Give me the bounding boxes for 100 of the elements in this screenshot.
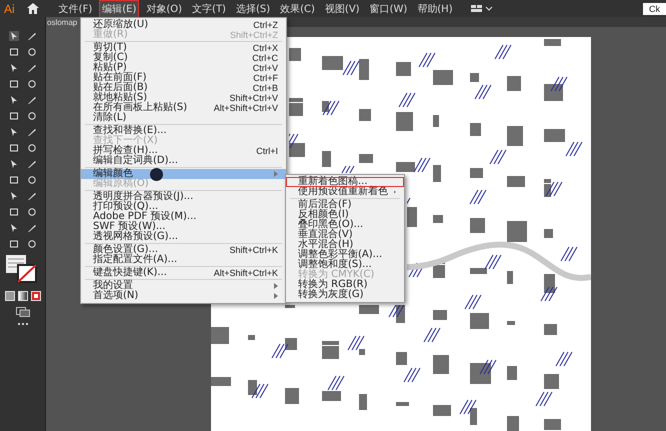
menu-item-label: 键盘快捷键(K)... xyxy=(93,268,167,278)
tool-icon[interactable] xyxy=(8,31,18,41)
menu-item[interactable]: 反相颜色(I) xyxy=(286,210,404,220)
menu-item[interactable]: 我的设置 xyxy=(81,281,286,291)
menu-item[interactable]: 复制(C) Ctrl+C xyxy=(81,53,286,63)
menu-item[interactable]: 窗口(W) xyxy=(368,0,410,16)
menu-item[interactable]: 垂直混合(V) xyxy=(286,230,404,240)
menu-item[interactable]: 颜色设置(G)... Shift+Ctrl+K xyxy=(81,245,286,255)
menu-item[interactable]: 文字(T) xyxy=(190,0,228,16)
none-mode-icon[interactable] xyxy=(30,291,40,301)
menu-item[interactable]: 编辑颜色 xyxy=(81,169,286,179)
menu-item-label: 打印预设(Q)... xyxy=(93,202,158,212)
shortcut-label: Ctrl+B xyxy=(252,83,278,93)
shortcut-label: Ctrl+F xyxy=(253,73,278,83)
cursor-icon xyxy=(150,168,163,181)
shortcut-label: Alt+Shift+Ctrl+V xyxy=(214,103,278,113)
menu-item[interactable]: 调整色彩平衡(A)... xyxy=(286,250,404,260)
menu-item[interactable]: 透明度拼合器预设(J)... xyxy=(81,192,286,202)
menu-item[interactable]: 转换为 RGB(R) xyxy=(286,280,404,290)
color-mode-icon[interactable] xyxy=(4,291,14,301)
menu-item-label: 就地粘贴(S) xyxy=(93,93,148,103)
menu-item-label: 贴在后面(B) xyxy=(93,83,148,93)
menu-item[interactable]: 指定配置文件(A)... xyxy=(81,255,286,265)
menu-item-label: 编辑自定词典(D)... xyxy=(93,156,178,166)
menu-item[interactable]: 拼写检查(H)... Ctrl+I xyxy=(81,146,286,156)
menu-item-label: 粘贴(P) xyxy=(93,63,127,73)
shortcut-label: Ctrl+I xyxy=(256,146,278,156)
menu-item[interactable]: 选择(S) xyxy=(234,0,272,16)
shortcut-label: Ctrl+C xyxy=(252,53,278,63)
shortcut-label: Shift+Ctrl+Z xyxy=(230,30,278,40)
document-tab[interactable]: oslomap xyxy=(46,17,82,27)
shortcut-label: Ctrl+X xyxy=(252,43,278,53)
workspace-layout-icon[interactable] xyxy=(470,4,493,13)
submenu-arrow-icon xyxy=(394,189,396,195)
screen-mode-icon[interactable] xyxy=(16,307,30,317)
menu-item-label: 调整饱和度(S)... xyxy=(298,260,372,270)
menu-item[interactable]: Adobe PDF 预设(M)... xyxy=(81,212,286,222)
gradient-mode-icon[interactable] xyxy=(18,291,28,301)
menu-item-label: 编辑颜色 xyxy=(93,169,133,179)
shortcut-label: Ctrl+V xyxy=(252,63,278,73)
menu-item[interactable]: 在所有画板上粘贴(S) Alt+Shift+Ctrl+V xyxy=(81,103,286,113)
menu-item[interactable]: 叠印黑色(O)... xyxy=(286,220,404,230)
menu-item[interactable]: 编辑(E) xyxy=(100,0,138,16)
menu-item[interactable]: 调整饱和度(S)... xyxy=(286,260,404,270)
menu-item[interactable]: 清除(L) xyxy=(81,113,286,123)
menu-item-label: 查找下一个(X) xyxy=(93,136,158,146)
menu-item-label: 调整色彩平衡(A)... xyxy=(298,250,382,260)
menu-item[interactable]: 贴在前面(F) Ctrl+F xyxy=(81,73,286,83)
shortcut-label: Ctrl+Z xyxy=(253,20,278,30)
menu-item-label: 编辑原稿(O) xyxy=(93,179,149,189)
menu-item[interactable]: 贴在后面(B) Ctrl+B xyxy=(81,83,286,93)
menu-item-label: 垂直混合(V) xyxy=(298,230,353,240)
menu-item-label: 重做(R) xyxy=(93,30,128,40)
menu-item-label: 转换为 RGB(R) xyxy=(298,280,368,290)
menu-item[interactable]: 效果(C) xyxy=(278,0,317,16)
menu-item-label: 还原缩放(U) xyxy=(93,20,148,30)
menu-item-label: 拼写检查(H)... xyxy=(93,146,158,156)
menu-item-label: SWF 预设(W)... xyxy=(93,222,166,232)
menu-item[interactable]: 帮助(H) xyxy=(415,0,455,16)
menu-item-label: Adobe PDF 预设(M)... xyxy=(93,212,196,222)
menu-item[interactable]: 前后混合(F) xyxy=(286,200,404,210)
menu-item[interactable]: 键盘快捷键(K)... Alt+Shift+Ctrl+K xyxy=(81,268,286,278)
menu-item-label: 水平混合(H) xyxy=(298,240,354,250)
menu-item[interactable]: 编辑自定词典(D)... xyxy=(81,156,286,166)
menu-item[interactable]: 还原缩放(U) Ctrl+Z xyxy=(81,20,286,30)
menu-item-label: 指定配置文件(A)... xyxy=(93,255,178,265)
app-logo: Ai xyxy=(4,2,15,16)
menu-item-label: 剪切(T) xyxy=(93,43,127,53)
menu-item[interactable]: 视图(V) xyxy=(322,0,362,16)
menu-item-label: 复制(C) xyxy=(93,53,128,63)
menu-item[interactable]: 就地粘贴(S) Shift+Ctrl+V xyxy=(81,93,286,103)
menu-item[interactable]: 查找和替换(E)... xyxy=(81,126,286,136)
menu-item[interactable]: 剪切(T) Ctrl+X xyxy=(81,43,286,53)
menu-item-label: 叠印黑色(O)... xyxy=(298,220,364,230)
menu-item[interactable]: 打印预设(Q)... xyxy=(81,202,286,212)
menu-item[interactable]: 透视网格预设(G)... xyxy=(81,232,286,242)
menu-item[interactable]: 文件(F) xyxy=(56,0,94,16)
menu-item-label: 转换为 CMYK(C) xyxy=(298,270,374,280)
home-icon[interactable] xyxy=(26,3,39,14)
menu-item-label: 首选项(N) xyxy=(93,291,138,301)
menu-item[interactable]: SWF 预设(W)... xyxy=(81,222,286,232)
menu-item[interactable]: 转换为灰度(G) xyxy=(286,290,404,300)
menu-item-label: 透明度拼合器预设(J)... xyxy=(93,192,194,202)
shortcut-label: Alt+Shift+Ctrl+K xyxy=(214,268,278,278)
menu-item[interactable]: 对象(O) xyxy=(144,0,184,16)
menu-item[interactable]: 粘贴(P) Ctrl+V xyxy=(81,63,286,73)
menu-item-label: 查找和替换(E)... xyxy=(93,126,167,136)
menu-item-label: 透视网格预设(G)... xyxy=(93,232,178,242)
toolbar-button[interactable]: Ck xyxy=(643,2,666,14)
submenu-arrow-icon xyxy=(274,171,278,177)
menu-item[interactable]: 水平混合(H) xyxy=(286,240,404,250)
menu-item-label: 清除(L) xyxy=(93,113,126,123)
menu-item-label: 反相颜色(I) xyxy=(298,210,349,220)
menu-item-label: 在所有画板上粘贴(S) xyxy=(93,103,188,113)
menu-item-label: 我的设置 xyxy=(93,281,133,291)
menu-item-label: 前后混合(F) xyxy=(298,200,352,210)
fill-stroke-swatch-icon[interactable] xyxy=(6,255,40,285)
menu-item[interactable]: 首选项(N) xyxy=(81,291,286,301)
menu-item-label: 转换为灰度(G) xyxy=(298,290,364,300)
shortcut-label: Shift+Ctrl+V xyxy=(229,93,278,103)
